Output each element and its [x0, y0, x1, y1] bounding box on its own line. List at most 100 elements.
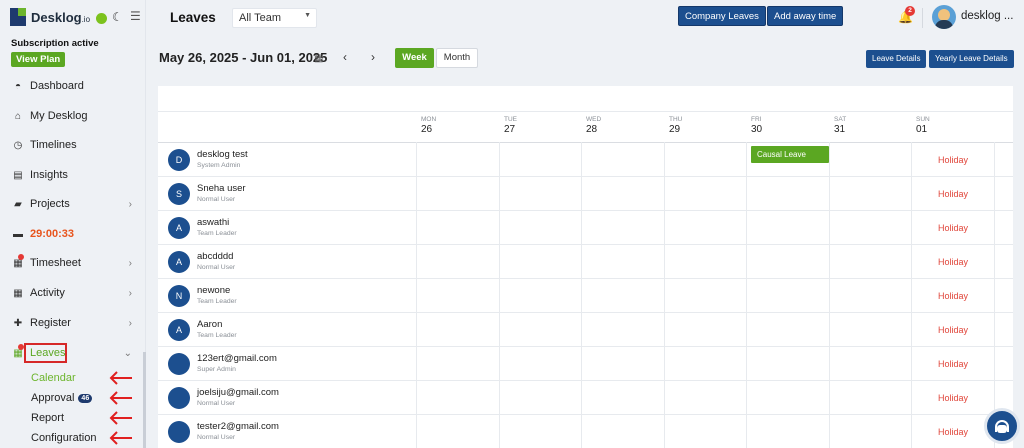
- sidebar-item-projects[interactable]: ▰ Projects ›: [12, 198, 132, 210]
- arrow-left-icon: [109, 391, 132, 405]
- calendar-grid: MON 26 TUE 27 WED 28 THU 29 FRI 30 SAT 31 SUN 0…: [158, 86, 1013, 448]
- plus-icon: ✚: [13, 317, 23, 329]
- holiday-label: Holiday: [938, 257, 969, 267]
- date-range: May 26, 2025 - Jun 01, 2025: [159, 50, 328, 65]
- page-title: Leaves: [170, 10, 216, 25]
- chevron-down-icon: ▼: [304, 12, 311, 19]
- table-row: 123ert@gmail.com Super Admin Holiday: [158, 347, 1013, 381]
- chevron-right-icon[interactable]: ›: [371, 50, 375, 64]
- submenu-calendar[interactable]: Calendar: [31, 372, 76, 384]
- user-name: newone: [197, 285, 231, 296]
- user-avatar[interactable]: A: [168, 319, 190, 341]
- user-avatar[interactable]: A: [168, 251, 190, 273]
- calendar-picker-icon[interactable]: ▦: [314, 53, 323, 64]
- sidebar-item-timesheet[interactable]: ▦ Timesheet ›: [12, 257, 132, 269]
- menu-toggle-icon[interactable]: ☰: [130, 9, 141, 23]
- day-header-mon: MON 26: [421, 116, 437, 135]
- holiday-label: Holiday: [938, 223, 969, 233]
- user-role: Normal User: [197, 196, 236, 203]
- sidebar-item-dashboard[interactable]: ◓ Dashboard: [12, 80, 132, 92]
- arrow-left-icon: [109, 431, 132, 445]
- sidebar-item-label: Register: [30, 317, 71, 329]
- user-avatar[interactable]: D: [168, 149, 190, 171]
- logo[interactable]: Desklog.io: [10, 8, 90, 26]
- avatar[interactable]: [932, 5, 956, 29]
- timer-value: 29:00:33: [30, 228, 75, 240]
- user-avatar[interactable]: [168, 387, 190, 409]
- user-avatar[interactable]: N: [168, 285, 190, 307]
- yearly-leave-details-button[interactable]: Yearly Leave Details: [929, 50, 1014, 68]
- sidebar-item-timelines[interactable]: ◷ Timelines: [12, 139, 132, 151]
- team-select[interactable]: All Team ▼: [232, 8, 317, 28]
- book-icon: ▤: [13, 169, 23, 181]
- user-name: 123ert@gmail.com: [197, 353, 277, 364]
- view-month-button[interactable]: Month: [436, 48, 478, 68]
- user-avatar[interactable]: [168, 421, 190, 443]
- chevron-left-icon[interactable]: ‹: [343, 50, 347, 64]
- submenu-label: Approval: [31, 392, 75, 404]
- table-row: A abcdddd Normal User Holiday: [158, 245, 1013, 279]
- grid-header-spacer: [158, 86, 1013, 112]
- holiday-label: Holiday: [938, 393, 969, 403]
- chevron-down-icon: ⌄: [123, 347, 132, 359]
- company-leaves-button[interactable]: Company Leaves: [678, 6, 766, 26]
- logo-mark-icon: [10, 8, 28, 26]
- user-avatar[interactable]: [168, 353, 190, 375]
- view-week-button[interactable]: Week: [395, 48, 434, 68]
- holiday-label: Holiday: [938, 359, 969, 369]
- holiday-label: Holiday: [938, 189, 969, 199]
- username[interactable]: desklog ...: [961, 10, 1013, 22]
- day-header-fri: FRI 30: [751, 116, 763, 135]
- sidebar-item-activity[interactable]: ▦ Activity ›: [12, 287, 132, 299]
- view-plan-button[interactable]: View Plan: [11, 52, 66, 67]
- leave-details-button[interactable]: Leave Details: [866, 50, 927, 68]
- holiday-label: Holiday: [938, 325, 969, 335]
- chevron-right-icon: ›: [128, 287, 132, 299]
- table-row: joelsiju@gmail.com Normal User Holiday: [158, 381, 1013, 415]
- team-select-value: All Team: [239, 12, 281, 24]
- user-avatar[interactable]: A: [168, 217, 190, 239]
- dark-mode-icon[interactable]: ☾: [112, 10, 123, 24]
- sidebar-item-insights[interactable]: ▤ Insights: [12, 169, 132, 181]
- home-icon: ⌂: [14, 110, 22, 122]
- day-header-sun: SUN 01: [916, 116, 930, 135]
- sidebar-item-label: Timelines: [30, 139, 77, 151]
- sidebar-item-timer[interactable]: ▬ 29:00:33: [12, 228, 132, 240]
- timer-icon: ▬: [13, 228, 23, 240]
- submenu-report[interactable]: Report: [31, 412, 64, 424]
- chevron-right-icon: ›: [128, 257, 132, 269]
- support-chat-icon[interactable]: [984, 408, 1020, 444]
- holiday-label: Holiday: [938, 427, 969, 437]
- highlight-box: [24, 343, 67, 363]
- leave-entry[interactable]: Causal Leave: [751, 146, 829, 163]
- notification-count-badge: 2: [905, 6, 915, 16]
- sidebar-item-label: Timesheet: [30, 257, 81, 269]
- submenu-approval[interactable]: Approval 46: [31, 392, 93, 404]
- user-name: tester2@gmail.com: [197, 421, 279, 432]
- notification-dot: [18, 254, 24, 260]
- user-name: aswathi: [197, 217, 230, 228]
- approval-count-badge: 46: [78, 393, 93, 403]
- status-indicator-icon[interactable]: [96, 13, 107, 24]
- sidebar: Desklog.io ☾ ☰ Subscription active View …: [0, 0, 146, 448]
- arrow-left-icon: [109, 371, 132, 385]
- user-name: desklog test: [197, 149, 248, 160]
- chevron-right-icon: ›: [128, 198, 132, 210]
- table-row: tester2@gmail.com Normal User Holiday: [158, 415, 1013, 448]
- submenu-configuration[interactable]: Configuration: [31, 432, 96, 444]
- user-role: Normal User: [197, 400, 236, 407]
- sidebar-item-my-desklog[interactable]: ⌂ My Desklog: [12, 110, 132, 122]
- holiday-label: Holiday: [938, 291, 969, 301]
- day-header-wed: WED 28: [586, 116, 602, 135]
- sidebar-item-register[interactable]: ✚ Register ›: [12, 317, 132, 329]
- user-avatar[interactable]: S: [168, 183, 190, 205]
- sidebar-item-label: Projects: [30, 198, 70, 210]
- user-name: joelsiju@gmail.com: [197, 387, 279, 398]
- day-header-sat: SAT 31: [834, 116, 847, 135]
- user-role: Team Leader: [197, 332, 237, 339]
- logo-text: Desklog.io: [31, 9, 91, 25]
- user-role: Normal User: [197, 434, 236, 441]
- user-role: Team Leader: [197, 298, 237, 305]
- add-away-time-button[interactable]: Add away time: [767, 6, 844, 26]
- table-row: N newone Team Leader Holiday: [158, 279, 1013, 313]
